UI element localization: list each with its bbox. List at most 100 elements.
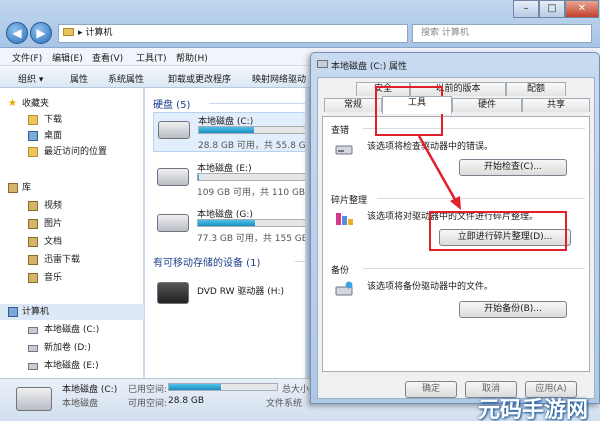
drive-c[interactable]: 本地磁盘 (C:) 28.8 GB 可用，共 55.8 GB bbox=[153, 112, 305, 152]
back-button[interactable]: ◀ bbox=[6, 22, 28, 44]
ok-button[interactable]: 确定 bbox=[405, 381, 457, 398]
group-hard-drives[interactable]: 硬盘 (5) bbox=[153, 96, 190, 111]
close-button[interactable]: ✕ bbox=[565, 0, 599, 18]
nav-drive-c[interactable]: 本地磁盘 (C:) bbox=[0, 322, 144, 338]
nav-label: 本地磁盘 (E:) bbox=[44, 361, 99, 371]
check-section-label: 查错 bbox=[331, 126, 350, 136]
nav-label: 下载 bbox=[44, 115, 63, 125]
folder-icon bbox=[28, 115, 38, 125]
nav-label: 视频 bbox=[44, 201, 63, 211]
menu-file[interactable]: 文件(F) bbox=[12, 51, 42, 64]
tab-general[interactable]: 常规 bbox=[324, 98, 382, 112]
drive-icon bbox=[28, 327, 38, 334]
menu-view[interactable]: 查看(V) bbox=[92, 51, 123, 64]
nav-favorites[interactable]: ★ 收藏夹 bbox=[0, 96, 144, 112]
usage-bar bbox=[198, 126, 305, 134]
details-free-value: 28.8 GB bbox=[168, 396, 205, 406]
computer-icon bbox=[8, 307, 18, 317]
start-backup-button[interactable]: 开始备份(B)... bbox=[459, 301, 567, 318]
defrag-section-label: 碎片整理 bbox=[331, 196, 368, 206]
nav-computer[interactable]: 计算机 bbox=[0, 304, 144, 320]
tab-tools[interactable]: 工具 bbox=[382, 96, 452, 114]
nav-label: 图片 bbox=[44, 219, 63, 229]
search-input[interactable]: 搜索 计算机 bbox=[412, 24, 592, 43]
drive-size: 109 GB 可用，共 110 GB bbox=[197, 188, 305, 198]
nav-music[interactable]: 音乐 bbox=[0, 270, 144, 286]
drive-icon bbox=[158, 121, 190, 139]
maximize-button[interactable]: □ bbox=[539, 0, 565, 18]
drive-g[interactable]: 本地磁盘 (G:) 77.3 GB 可用，共 155 GB bbox=[153, 206, 305, 246]
address-bar[interactable]: ▸ 计算机 bbox=[58, 24, 408, 43]
nav-label: 新加卷 (D:) bbox=[44, 343, 91, 353]
details-type: 本地磁盘 bbox=[62, 399, 99, 409]
library-icon bbox=[8, 183, 18, 193]
dvd-icon bbox=[157, 282, 189, 304]
section-divider bbox=[377, 198, 585, 199]
nav-videos[interactable]: 视频 bbox=[0, 198, 144, 214]
details-fs-label: 文件系统 bbox=[266, 399, 303, 409]
group-divider bbox=[295, 261, 305, 262]
address-text: 计算机 bbox=[85, 28, 113, 38]
highlight-box-defrag-button bbox=[429, 211, 567, 251]
organize-button[interactable]: 组织 ▾ bbox=[18, 72, 43, 85]
nav-documents[interactable]: 文档 bbox=[0, 234, 144, 250]
search-placeholder: 搜索 计算机 bbox=[421, 28, 469, 38]
backup-description: 该选项将备份驱动器中的文件。 bbox=[367, 282, 494, 292]
dvd-drive[interactable]: DVD RW 驱动器 (H:) bbox=[153, 274, 305, 314]
forward-button[interactable]: ▶ bbox=[30, 22, 52, 44]
nav-label: 计算机 bbox=[22, 307, 50, 317]
nav-thunder-downloads[interactable]: 迅雷下载 bbox=[0, 252, 144, 268]
uninstall-button[interactable]: 卸载或更改程序 bbox=[168, 72, 231, 85]
drive-icon bbox=[28, 363, 38, 370]
drive-name: DVD RW 驱动器 (H:) bbox=[197, 287, 285, 297]
nav-downloads[interactable]: 下载 bbox=[0, 112, 144, 128]
menu-tools[interactable]: 工具(T) bbox=[136, 51, 167, 64]
drive-size: 77.3 GB 可用，共 155 GB bbox=[197, 234, 305, 244]
document-icon bbox=[28, 237, 38, 247]
tab-sharing[interactable]: 共享 bbox=[522, 98, 590, 112]
drive-icon bbox=[16, 387, 52, 411]
backup-icon bbox=[335, 281, 353, 296]
drive-icon bbox=[28, 345, 38, 352]
desktop-icon bbox=[28, 131, 38, 141]
nav-label: 库 bbox=[22, 183, 32, 193]
menu-edit[interactable]: 编辑(E) bbox=[52, 51, 83, 64]
map-drive-button[interactable]: 映射网络驱动 bbox=[252, 72, 306, 85]
nav-drive-e[interactable]: 本地磁盘 (E:) bbox=[0, 358, 144, 374]
star-icon: ★ bbox=[8, 98, 17, 109]
recent-places-icon bbox=[28, 147, 38, 157]
minimize-button[interactable]: – bbox=[513, 0, 539, 18]
nav-label: 收藏夹 bbox=[22, 99, 50, 109]
nav-label: 迅雷下载 bbox=[44, 255, 81, 265]
tab-hardware[interactable]: 硬件 bbox=[452, 98, 522, 112]
video-icon bbox=[28, 201, 38, 211]
details-total-label: 总大小 bbox=[282, 385, 310, 395]
computer-icon bbox=[63, 28, 74, 36]
drive-e[interactable]: 本地磁盘 (E:) 109 GB 可用，共 110 GB bbox=[153, 160, 305, 200]
nav-label: 文档 bbox=[44, 237, 63, 247]
nav-libraries[interactable]: 库 bbox=[0, 180, 144, 196]
download-icon bbox=[28, 255, 38, 265]
details-used-label: 已用空间: bbox=[128, 385, 168, 395]
details-usage-bar bbox=[168, 383, 278, 391]
usage-fill bbox=[199, 127, 254, 133]
watermark-logo: 元码手游网 bbox=[478, 398, 589, 421]
nav-recent[interactable]: 最近访问的位置 bbox=[0, 144, 144, 160]
drive-icon bbox=[317, 60, 328, 68]
section-divider bbox=[363, 268, 585, 269]
nav-pictures[interactable]: 图片 bbox=[0, 216, 144, 232]
picture-icon bbox=[28, 219, 38, 229]
nav-drive-d[interactable]: 新加卷 (D:) bbox=[0, 340, 144, 356]
system-properties-button[interactable]: 系统属性 bbox=[108, 72, 144, 85]
tab-quota[interactable]: 配额 bbox=[506, 82, 566, 96]
details-usage-fill bbox=[169, 384, 221, 390]
check-description: 该选项将检查驱动器中的错误。 bbox=[367, 142, 494, 152]
usage-bar bbox=[197, 219, 305, 227]
usage-fill bbox=[198, 220, 255, 226]
group-removable[interactable]: 有可移动存储的设备 (1) bbox=[153, 254, 260, 269]
menu-help[interactable]: 帮助(H) bbox=[176, 51, 208, 64]
start-check-button[interactable]: 开始检查(C)... bbox=[459, 159, 567, 176]
nav-desktop[interactable]: 桌面 bbox=[0, 128, 144, 144]
properties-button[interactable]: 属性 bbox=[70, 72, 88, 85]
group-divider bbox=[209, 103, 305, 104]
